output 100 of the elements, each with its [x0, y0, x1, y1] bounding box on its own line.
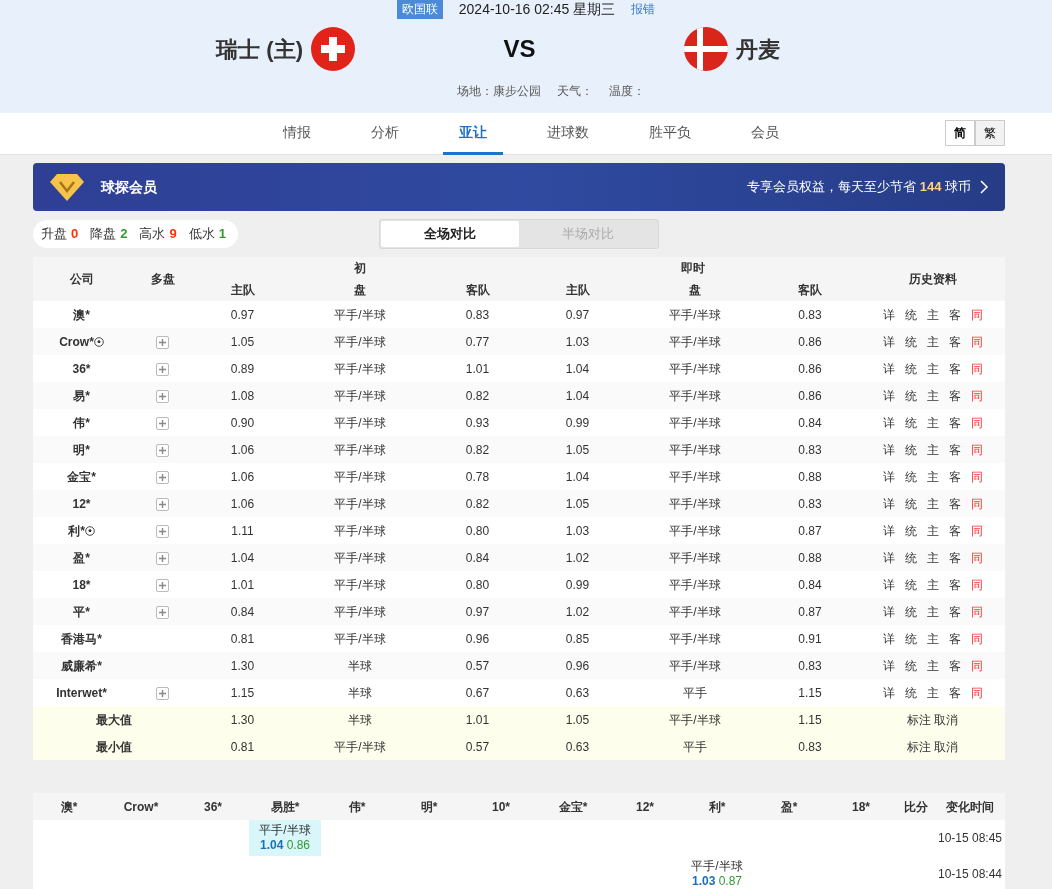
- history-link[interactable]: 主: [926, 631, 939, 646]
- history-link[interactable]: 主: [926, 604, 939, 619]
- expand-button[interactable]: [156, 335, 169, 349]
- history-link[interactable]: 客: [948, 496, 961, 511]
- member-banner[interactable]: 球探会员 专享会员权益，每天至少节省 144 球币: [33, 163, 1005, 211]
- history-link[interactable]: 统: [904, 415, 917, 430]
- history-link[interactable]: 同: [970, 658, 983, 673]
- history-link[interactable]: 详: [882, 523, 895, 538]
- history-link[interactable]: 客: [948, 550, 961, 565]
- history-link[interactable]: 统: [904, 631, 917, 646]
- history-link[interactable]: 主: [926, 685, 939, 700]
- report-error-link[interactable]: 报错: [631, 0, 656, 18]
- history-link[interactable]: 同: [970, 523, 983, 538]
- history-link[interactable]: 主: [926, 361, 939, 376]
- history-link[interactable]: 同: [970, 334, 983, 349]
- expand-button[interactable]: [156, 497, 169, 511]
- history-link[interactable]: 详: [882, 550, 895, 565]
- history-link[interactable]: 同: [970, 442, 983, 457]
- history-link[interactable]: 详: [882, 361, 895, 376]
- history-link[interactable]: 统: [904, 442, 917, 457]
- history-link[interactable]: 主: [926, 307, 939, 322]
- history-link[interactable]: 统: [904, 469, 917, 484]
- expand-button[interactable]: [156, 551, 169, 565]
- script-toggle-button[interactable]: 繁: [975, 120, 1005, 146]
- history-link[interactable]: 同: [970, 604, 983, 619]
- history-link[interactable]: 主: [926, 442, 939, 457]
- history-link[interactable]: 客: [948, 658, 961, 673]
- nav-tab[interactable]: 亚让: [443, 113, 503, 155]
- nav-tab[interactable]: 进球数: [531, 113, 605, 155]
- expand-button[interactable]: [156, 686, 169, 700]
- history-link[interactable]: 同: [970, 361, 983, 376]
- history-link[interactable]: 详: [882, 604, 895, 619]
- nav-tab[interactable]: 情报: [267, 113, 327, 155]
- history-link[interactable]: 同: [970, 469, 983, 484]
- history-link[interactable]: 统: [904, 550, 917, 565]
- history-link[interactable]: 统: [904, 334, 917, 349]
- history-link[interactable]: 详: [882, 685, 895, 700]
- expand-button[interactable]: [156, 605, 169, 619]
- history-link[interactable]: 统: [904, 658, 917, 673]
- history-link[interactable]: 统: [904, 496, 917, 511]
- history-link[interactable]: 同: [970, 550, 983, 565]
- history-link[interactable]: 主: [926, 469, 939, 484]
- expand-button[interactable]: [156, 389, 169, 403]
- history-link[interactable]: 客: [948, 631, 961, 646]
- history-link[interactable]: 客: [948, 685, 961, 700]
- history-link[interactable]: 统: [904, 523, 917, 538]
- nav-tab[interactable]: 分析: [355, 113, 415, 155]
- history-link[interactable]: 主: [926, 658, 939, 673]
- history-link[interactable]: 客: [948, 361, 961, 376]
- history-link[interactable]: 统: [904, 361, 917, 376]
- history-link[interactable]: 客: [948, 577, 961, 592]
- odds-cell: 平手: [630, 733, 760, 760]
- summary-label: 最小值: [96, 739, 132, 754]
- script-toggle-button[interactable]: 简: [945, 120, 975, 146]
- history-link[interactable]: 详: [882, 442, 895, 457]
- expand-button[interactable]: [156, 578, 169, 592]
- history-link[interactable]: 统: [904, 307, 917, 322]
- history-link[interactable]: 同: [970, 415, 983, 430]
- history-link[interactable]: 客: [948, 388, 961, 403]
- history-link[interactable]: 主: [926, 577, 939, 592]
- history-link[interactable]: 主: [926, 496, 939, 511]
- history-link[interactable]: 客: [948, 415, 961, 430]
- history-link[interactable]: 统: [904, 577, 917, 592]
- history-link[interactable]: 主: [926, 334, 939, 349]
- history-link[interactable]: 详: [882, 631, 895, 646]
- history-link[interactable]: 主: [926, 388, 939, 403]
- history-link[interactable]: 客: [948, 604, 961, 619]
- history-link[interactable]: 统: [904, 604, 917, 619]
- history-link[interactable]: 详: [882, 415, 895, 430]
- history-link[interactable]: 主: [926, 550, 939, 565]
- history-link[interactable]: 同: [970, 496, 983, 511]
- history-link[interactable]: 同: [970, 631, 983, 646]
- history-link[interactable]: 详: [882, 577, 895, 592]
- history-link[interactable]: 详: [882, 307, 895, 322]
- history-link[interactable]: 同: [970, 388, 983, 403]
- history-link[interactable]: 主: [926, 523, 939, 538]
- history-link[interactable]: 详: [882, 388, 895, 403]
- history-link[interactable]: 主: [926, 415, 939, 430]
- history-link[interactable]: 客: [948, 442, 961, 457]
- expand-button[interactable]: [156, 443, 169, 457]
- nav-tab[interactable]: 会员: [735, 113, 795, 155]
- history-link[interactable]: 详: [882, 469, 895, 484]
- history-link[interactable]: 客: [948, 334, 961, 349]
- history-link[interactable]: 详: [882, 334, 895, 349]
- history-link[interactable]: 统: [904, 685, 917, 700]
- expand-button[interactable]: [156, 470, 169, 484]
- compare-tab[interactable]: 全场对比: [381, 221, 519, 247]
- expand-button[interactable]: [156, 362, 169, 376]
- nav-tab[interactable]: 胜平负: [633, 113, 707, 155]
- expand-button[interactable]: [156, 416, 169, 430]
- history-link[interactable]: 同: [970, 577, 983, 592]
- history-link[interactable]: 详: [882, 496, 895, 511]
- expand-button[interactable]: [156, 524, 169, 538]
- history-link[interactable]: 同: [970, 307, 983, 322]
- history-link[interactable]: 详: [882, 658, 895, 673]
- history-link[interactable]: 客: [948, 307, 961, 322]
- history-link[interactable]: 客: [948, 523, 961, 538]
- history-link[interactable]: 统: [904, 388, 917, 403]
- history-link[interactable]: 客: [948, 469, 961, 484]
- history-link[interactable]: 同: [970, 685, 983, 700]
